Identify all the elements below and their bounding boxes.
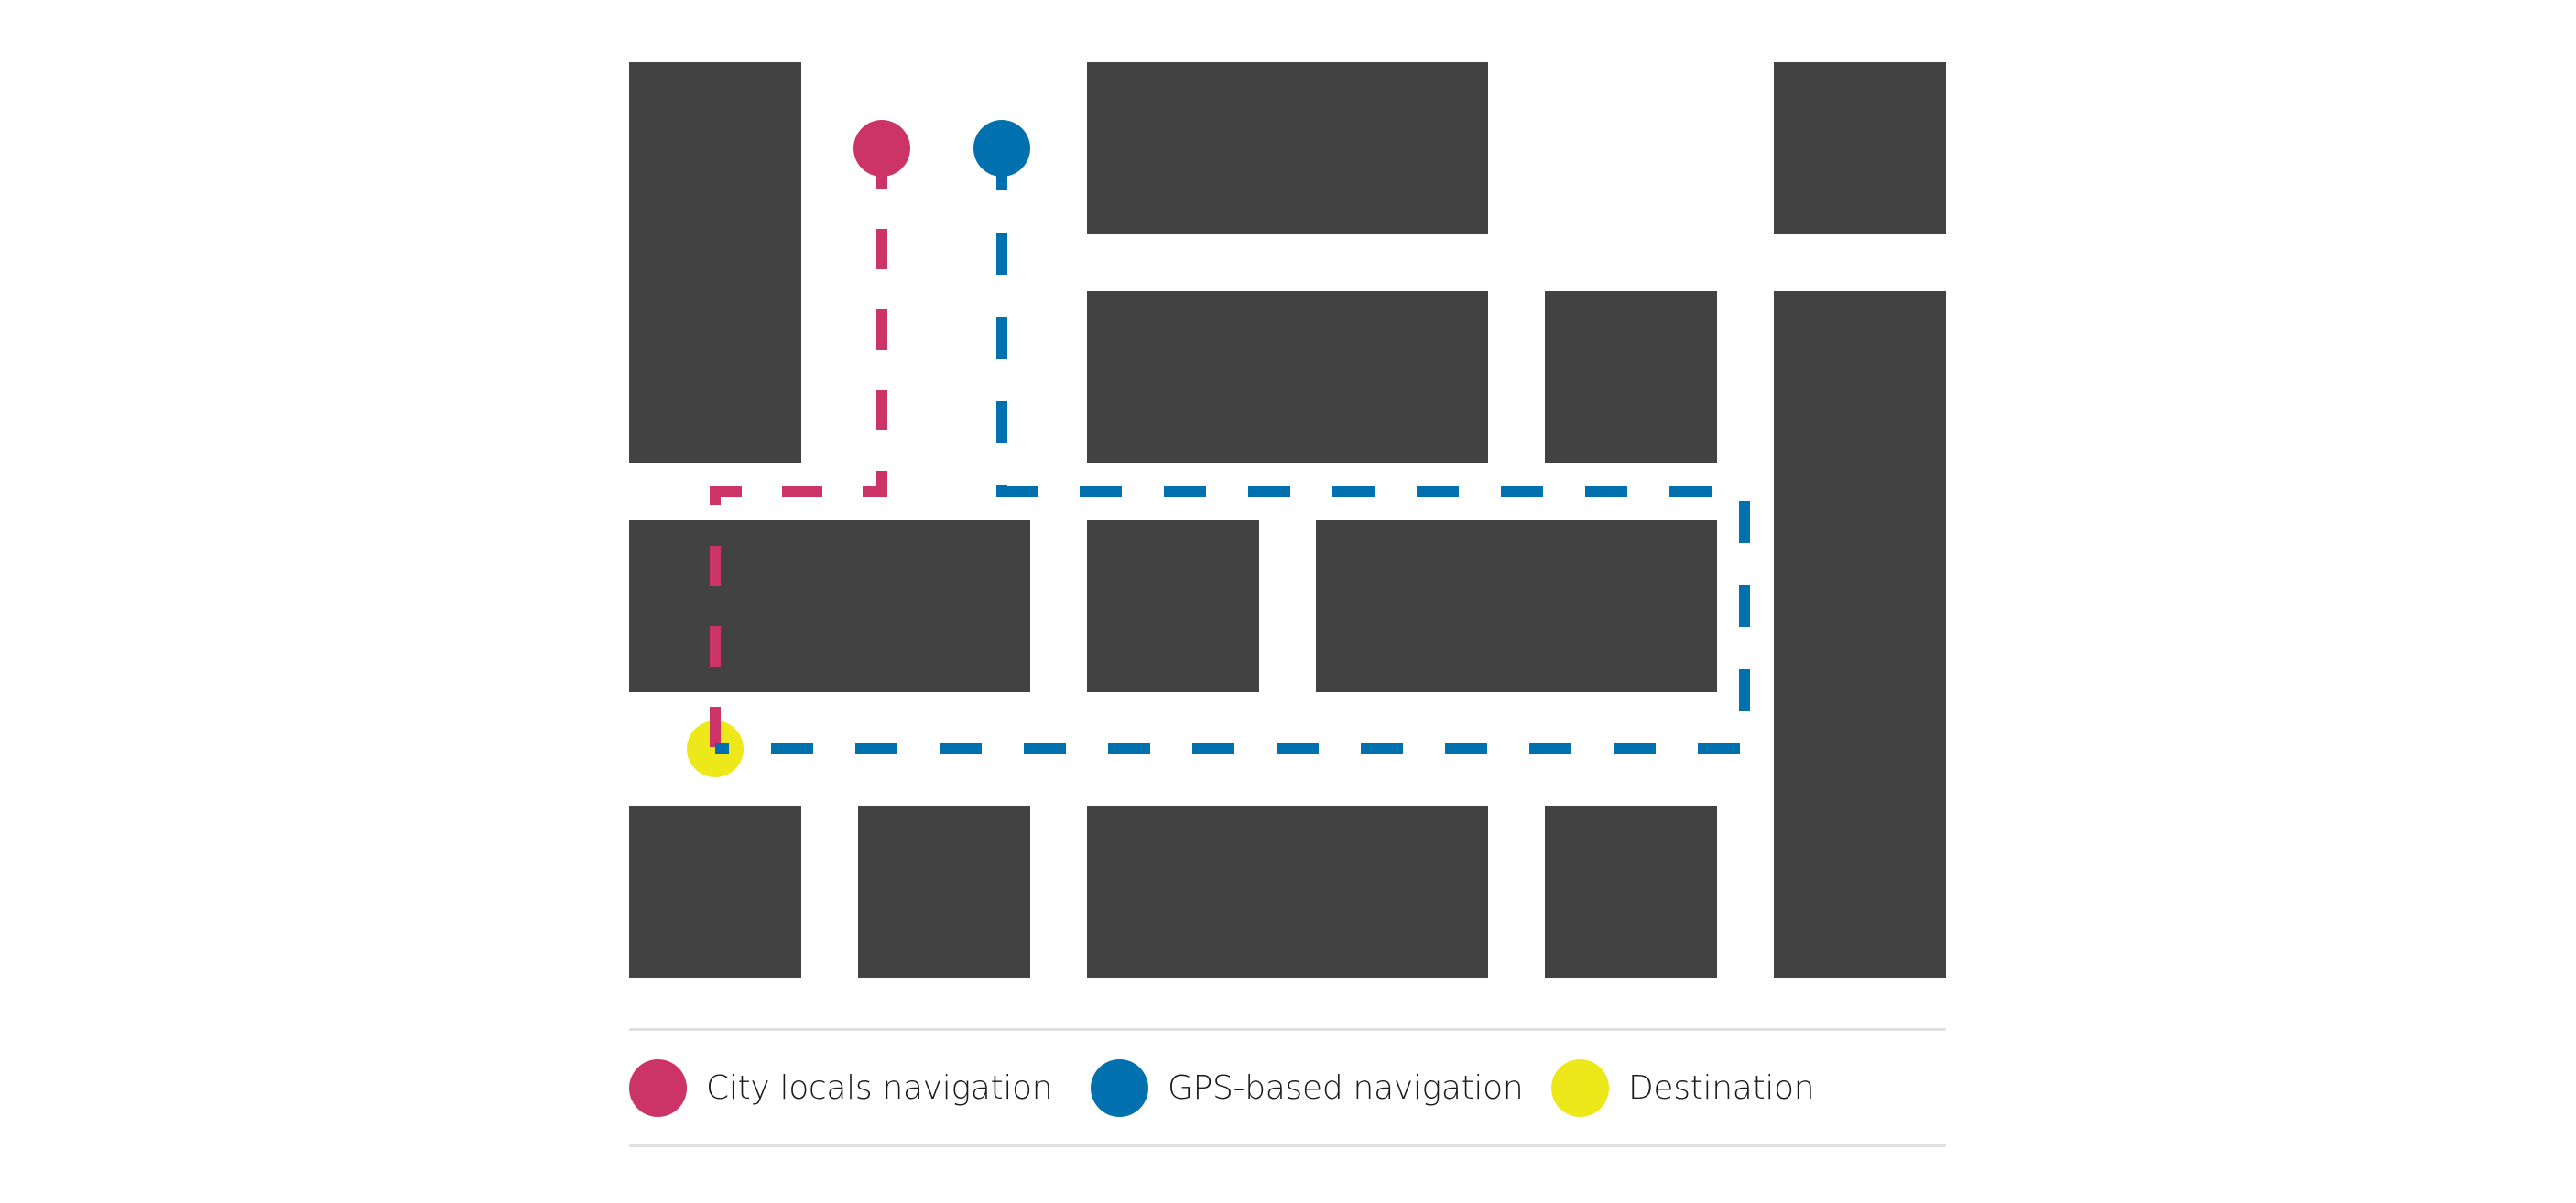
city-block	[629, 806, 801, 978]
legend-item-destination: Destination	[1551, 1058, 1815, 1117]
legend-label: City locals navigation	[706, 1068, 1053, 1107]
city-locals-start-marker-icon	[853, 120, 910, 177]
city-block	[1545, 806, 1717, 978]
street-map	[629, 62, 1946, 978]
destination-dot-icon	[1551, 1058, 1609, 1117]
city-block	[629, 520, 1030, 692]
city-block	[1774, 291, 1946, 978]
legend-label: GPS-based navigation	[1168, 1068, 1524, 1107]
city-block	[1774, 62, 1946, 234]
city-block	[1087, 806, 1488, 978]
legend-item-city-locals: City locals navigation	[629, 1058, 1053, 1117]
city-block	[858, 806, 1030, 978]
city-block	[1087, 520, 1259, 692]
city-block	[1316, 520, 1717, 692]
gps-start-marker-icon	[973, 120, 1030, 177]
markers	[853, 120, 1030, 177]
legend-top-divider	[629, 1028, 1946, 1031]
legend-bottom-divider	[629, 1144, 1946, 1147]
city-block	[629, 62, 801, 463]
city-block	[1087, 62, 1488, 234]
legend-item-gps: GPS-based navigation	[1091, 1058, 1524, 1117]
legend-label: Destination	[1628, 1068, 1815, 1107]
city-block	[1087, 291, 1488, 463]
gps-dot-icon	[1091, 1058, 1148, 1117]
city-locals-dot-icon	[629, 1058, 687, 1117]
city-block	[1545, 291, 1717, 463]
